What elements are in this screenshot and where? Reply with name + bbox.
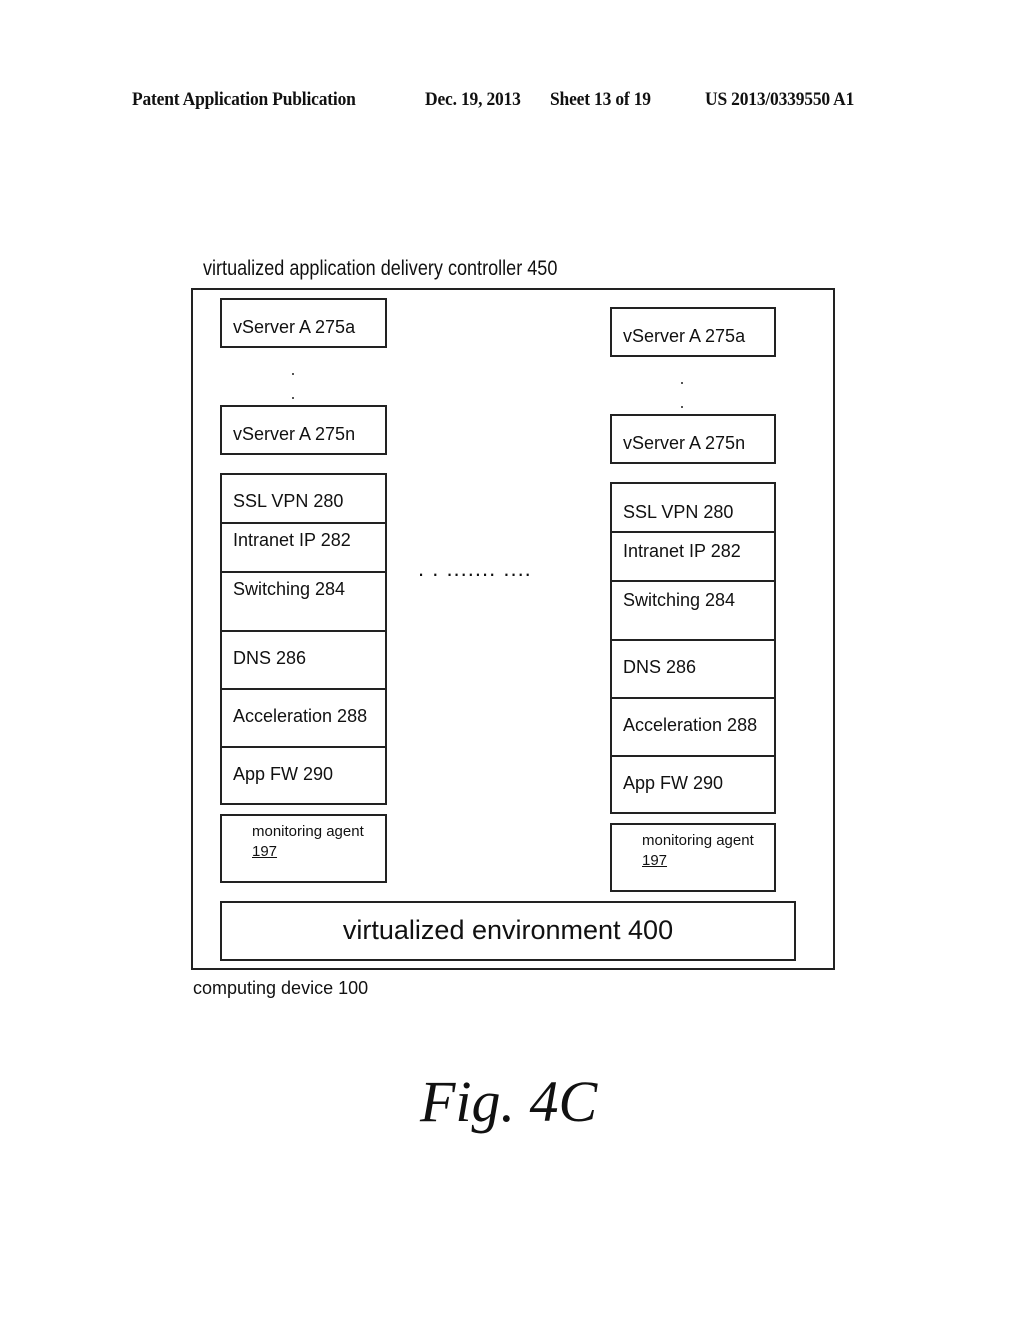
function-stack: SSL VPN 280 Intranet IP 282 Switching 28… bbox=[220, 473, 387, 805]
function-ssl-vpn: SSL VPN 280 bbox=[233, 491, 344, 511]
function-switching: Switching 284 bbox=[612, 580, 774, 639]
vertical-ellipsis-dot bbox=[681, 382, 683, 384]
virtualized-environment-label: virtualized environment 400 bbox=[342, 915, 674, 945]
publication-title: Patent Application Publication bbox=[132, 89, 356, 110]
function-app-fw: App FW 290 bbox=[612, 755, 774, 814]
monitoring-agent-box: monitoring agent 197 bbox=[610, 823, 776, 892]
function-intranet-ip: Intranet IP 282 bbox=[612, 531, 774, 580]
function-stack: SSL VPN 280 Intranet IP 282 Switching 28… bbox=[610, 482, 776, 814]
monitoring-agent-ref: 197 bbox=[642, 852, 668, 869]
figure-caption: Fig. 4C bbox=[420, 1069, 598, 1134]
patent-number: US 2013/0339550 A1 bbox=[705, 89, 855, 110]
function-acceleration: Acceleration 288 bbox=[222, 688, 385, 747]
sheet-number: Sheet 13 of 19 bbox=[550, 89, 651, 110]
monitoring-agent-label: monitoring agent bbox=[642, 832, 754, 849]
vserver-275n-label: vServer A 275n bbox=[233, 424, 356, 444]
monitoring-agent-ref: 197 bbox=[252, 843, 278, 860]
monitoring-agent-label: monitoring agent bbox=[252, 823, 364, 840]
vserver-275n-box: vServer A 275n bbox=[610, 414, 776, 464]
vserver-275n-box: vServer A 275n bbox=[220, 405, 387, 455]
vserver-275a-box: vServer A 275a bbox=[220, 298, 387, 348]
publication-date: Dec. 19, 2013 bbox=[425, 89, 521, 110]
horizontal-ellipsis: . . ....... .... bbox=[418, 556, 532, 581]
function-app-fw: App FW 290 bbox=[222, 746, 385, 805]
vserver-275a-box: vServer A 275a bbox=[610, 307, 776, 357]
controller-label: virtualized application delivery control… bbox=[203, 257, 558, 280]
function-intranet-ip: Intranet IP 282 bbox=[222, 522, 385, 571]
vserver-275a-label: vServer A 275a bbox=[233, 317, 356, 337]
function-ssl-vpn: SSL VPN 280 bbox=[623, 502, 734, 522]
function-acceleration: Acceleration 288 bbox=[612, 697, 774, 756]
function-switching: Switching 284 bbox=[222, 571, 385, 630]
vserver-275a-label: vServer A 275a bbox=[623, 326, 746, 346]
function-dns: DNS 286 bbox=[612, 639, 774, 698]
function-dns: DNS 286 bbox=[222, 630, 385, 689]
vertical-ellipsis-dot bbox=[292, 373, 294, 375]
vertical-ellipsis-dot bbox=[292, 397, 294, 399]
vserver-275n-label: vServer A 275n bbox=[623, 433, 746, 453]
vertical-ellipsis-dot bbox=[681, 406, 683, 408]
computing-device-label: computing device 100 bbox=[193, 978, 369, 998]
virtualized-environment-box: virtualized environment 400 bbox=[220, 901, 796, 961]
monitoring-agent-box: monitoring agent 197 bbox=[220, 814, 387, 883]
